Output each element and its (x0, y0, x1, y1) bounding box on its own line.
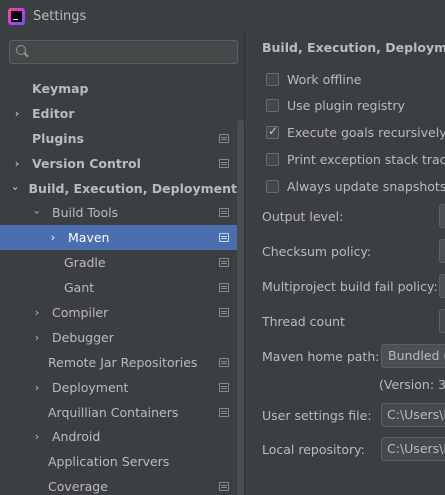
project-level-icon (219, 133, 229, 143)
sidebar-item-label: Maven (68, 230, 110, 246)
sidebar-item-debugger[interactable]: › Debugger (0, 325, 237, 350)
sidebar-item-plugins[interactable]: Plugins (0, 126, 237, 151)
sidebar-item-application-servers[interactable]: Application Servers (0, 449, 237, 474)
thread-count-label: Thread count (262, 314, 345, 329)
work-offline-checkbox[interactable]: Work offline (266, 69, 361, 89)
project-level-icon (219, 407, 229, 417)
sidebar-item-editor[interactable]: › Editor (0, 101, 237, 126)
output-level-label: Output level: (262, 209, 344, 224)
sidebar-item-gant[interactable]: Gant (0, 275, 237, 300)
checkbox-label: Use plugin registry (287, 97, 405, 113)
sidebar-item-maven[interactable]: › Maven (0, 225, 237, 251)
sidebar-item-label: Remote Jar Repositories (48, 354, 198, 370)
local-repository-input[interactable]: C:\Users\E (381, 437, 445, 461)
local-repository-label: Local repository: (262, 442, 365, 457)
chevron-right-icon[interactable]: › (10, 157, 24, 170)
output-level-combo[interactable] (439, 204, 445, 228)
checkbox-box[interactable] (266, 98, 279, 112)
checkbox-box[interactable] (266, 179, 279, 193)
chevron-right-icon[interactable]: › (10, 107, 24, 120)
user-settings-file-input[interactable]: C:\Users\E (381, 403, 445, 427)
checkbox-box[interactable] (266, 72, 279, 86)
sidebar-item-gradle[interactable]: Gradle (0, 250, 237, 275)
sidebar-item-deployment[interactable]: › Deployment (0, 375, 237, 400)
multiproject-build-fail-policy-combo[interactable] (439, 274, 445, 298)
project-level-icon (219, 283, 229, 293)
sidebar-item-label: Keymap (32, 80, 89, 96)
checkbox-box[interactable] (266, 124, 279, 139)
checkbox-label: Execute goals recursively (287, 124, 445, 140)
chevron-down-icon[interactable]: › (9, 183, 22, 194)
sidebar-item-label: Debugger (52, 329, 114, 345)
maven-settings-panel: Build, Execution, Deployment Work offlin… (246, 32, 445, 495)
sidebar-item-label: Editor (32, 105, 75, 121)
maven-version-note: (Version: 3. (379, 377, 445, 392)
sidebar-item-label: Compiler (52, 304, 109, 320)
search-input[interactable] (32, 41, 237, 63)
checkbox-label: Always update snapshots (287, 178, 445, 194)
checksum-policy-label: Checksum policy: (262, 244, 372, 259)
title-bar: Settings (0, 0, 445, 32)
sidebar-item-label: Arquillian Containers (48, 404, 179, 420)
settings-sidebar: Keymap › Editor Plugins › Version Control › Bui… (0, 32, 245, 495)
sidebar-item-label: Coverage (48, 479, 108, 495)
maven-home-path-label: Maven home path: (262, 349, 380, 364)
sidebar-item-label: Version Control (32, 155, 141, 171)
user-settings-file-label: User settings file: (262, 408, 372, 423)
chevron-right-icon[interactable]: › (30, 306, 44, 319)
project-level-icon (219, 258, 229, 268)
sidebar-item-label: Plugins (32, 130, 84, 146)
chevron-down-icon[interactable]: › (31, 206, 44, 220)
maven-home-path-combo[interactable]: Bundled ( (381, 344, 445, 368)
project-level-icon (219, 158, 229, 168)
project-level-icon (219, 308, 229, 318)
sidebar-item-label: Build, Execution, Deployment (28, 180, 237, 196)
always-update-snapshots-checkbox[interactable]: Always update snapshots (266, 176, 445, 196)
chevron-right-icon[interactable]: › (30, 331, 44, 344)
sidebar-item-build-execution-deployment[interactable]: › Build, Execution, Deployment (0, 176, 237, 201)
sidebar-item-arquillian-containers[interactable]: Arquillian Containers (0, 400, 237, 425)
checkbox-box[interactable] (266, 152, 279, 166)
chevron-right-icon[interactable]: › (30, 430, 44, 443)
search-icon[interactable] (14, 43, 32, 61)
checkbox-label: Work offline (287, 71, 362, 87)
thread-count-input[interactable] (439, 309, 445, 333)
use-plugin-registry-checkbox[interactable]: Use plugin registry (266, 95, 405, 115)
sidebar-item-coverage[interactable]: Coverage (0, 474, 237, 495)
project-level-icon (219, 357, 229, 367)
project-level-icon (219, 233, 229, 243)
sidebar-scrollbar[interactable] (237, 120, 244, 495)
sidebar-item-version-control[interactable]: › Version Control (0, 151, 237, 176)
chevron-right-icon[interactable]: › (46, 231, 60, 244)
sidebar-item-label: Android (52, 429, 101, 445)
sidebar-item-label: Gant (64, 280, 95, 296)
project-level-icon (219, 482, 229, 492)
execute-goals-recursively-checkbox[interactable]: Execute goals recursively (266, 122, 445, 142)
page-title: Build, Execution, Deployment (262, 40, 445, 55)
sidebar-item-android[interactable]: › Android (0, 424, 237, 449)
checkbox-label: Print exception stack traces (287, 151, 445, 167)
sidebar-item-remote-jar-repositories[interactable]: Remote Jar Repositories (0, 350, 237, 375)
project-level-icon (219, 382, 229, 392)
checksum-policy-combo[interactable] (439, 239, 445, 263)
settings-tree: Keymap › Editor Plugins › Version Control › Bui… (0, 76, 237, 495)
sidebar-item-label: Gradle (64, 255, 106, 271)
intellij-app-icon (8, 7, 25, 25)
sidebar-item-label: Deployment (52, 379, 129, 395)
print-exception-stack-traces-checkbox[interactable]: Print exception stack traces (266, 149, 445, 169)
chevron-right-icon[interactable]: › (30, 381, 44, 394)
sidebar-item-label: Application Servers (48, 454, 170, 470)
sidebar-item-compiler[interactable]: › Compiler (0, 300, 237, 325)
project-level-icon (219, 208, 229, 218)
sidebar-item-build-tools[interactable]: › Build Tools (0, 200, 237, 225)
window-title: Settings (33, 8, 87, 24)
multiproject-build-fail-policy-label: Multiproject build fail policy: (262, 279, 438, 294)
search-box[interactable] (9, 40, 238, 64)
sidebar-item-label: Build Tools (52, 205, 119, 221)
sidebar-item-keymap[interactable]: Keymap (0, 76, 237, 101)
